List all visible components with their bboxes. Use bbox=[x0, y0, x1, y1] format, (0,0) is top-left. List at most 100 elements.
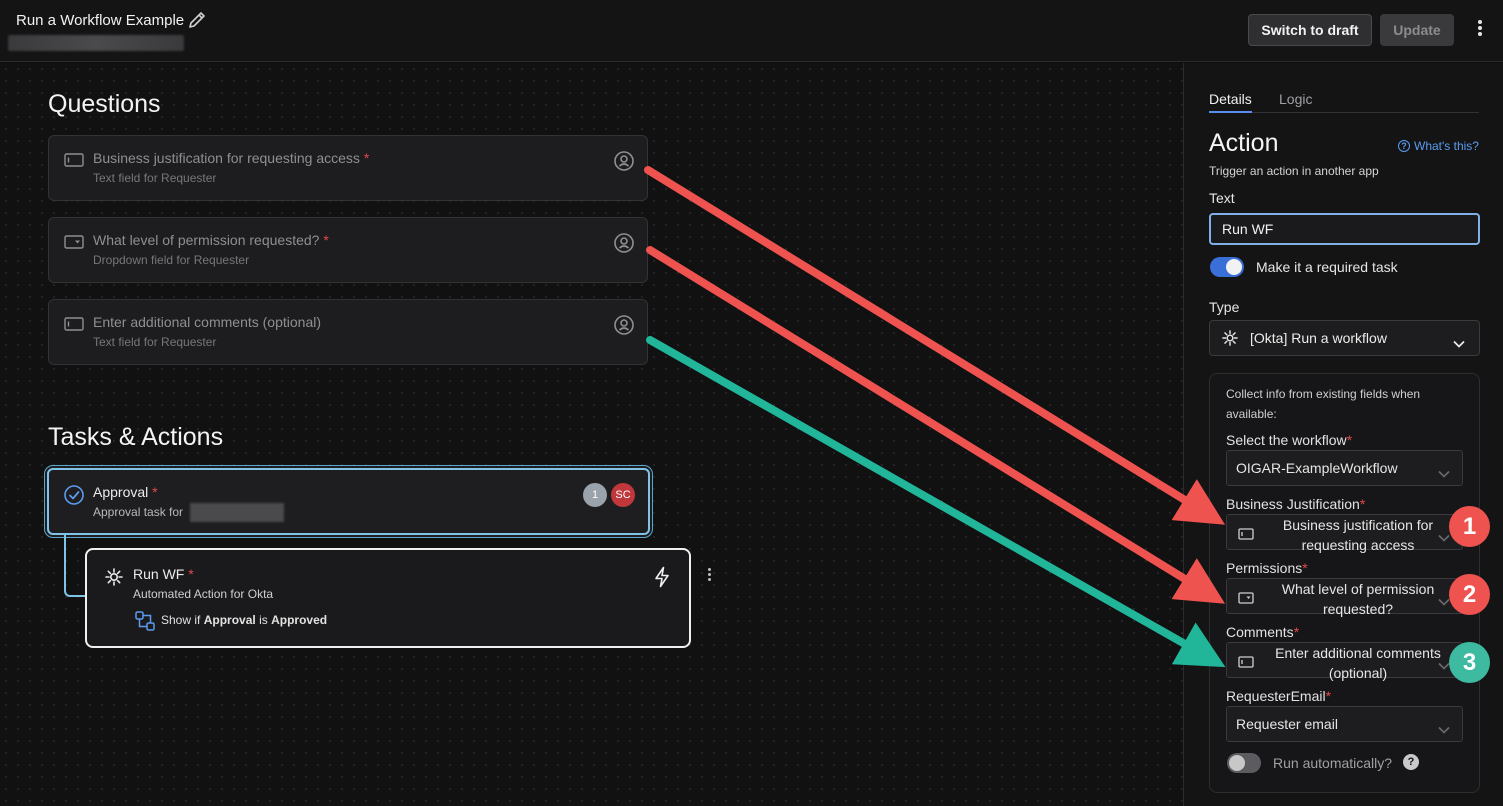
question-card[interactable]: What level of permission requested? * Dr… bbox=[48, 217, 648, 283]
permissions-select[interactable]: What level of permission requested? bbox=[1226, 578, 1463, 617]
question-card[interactable]: Enter additional comments (optional) Tex… bbox=[48, 299, 648, 365]
required-asterisk: * bbox=[1293, 624, 1300, 640]
type-select[interactable]: [Okta] Run a workflow bbox=[1209, 320, 1480, 356]
question-title: What level of permission requested? bbox=[93, 232, 320, 248]
toggle-knob bbox=[1226, 259, 1242, 275]
details-panel: Details Logic Action ? What's this? Trig… bbox=[1183, 63, 1503, 806]
check-circle-icon bbox=[63, 484, 85, 506]
run-automatically-label: Run automatically? bbox=[1273, 755, 1393, 771]
condition-summary: Show if Approval is Approved bbox=[161, 613, 327, 627]
requester-email-value: Requester email bbox=[1236, 716, 1338, 732]
comments-select[interactable]: Enter additional comments (optional) bbox=[1226, 642, 1463, 681]
requester-email-label: RequesterEmail bbox=[1226, 688, 1326, 704]
run-wf-title: Run WF bbox=[133, 566, 185, 582]
update-button[interactable]: Update bbox=[1380, 14, 1454, 46]
required-task-label: Make it a required task bbox=[1256, 259, 1398, 275]
dropdown-field-icon bbox=[64, 235, 84, 249]
annotation-badge-3: 3 bbox=[1449, 642, 1490, 683]
business-justification-select[interactable]: Business justification for requesting ac… bbox=[1226, 514, 1463, 553]
questions-heading: Questions bbox=[48, 90, 161, 118]
panel-heading: Action bbox=[1209, 129, 1279, 157]
whats-this-link[interactable]: ? What's this? bbox=[1398, 139, 1479, 153]
type-select-value: [Okta] Run a workflow bbox=[1250, 330, 1387, 346]
tasks-heading: Tasks & Actions bbox=[48, 423, 224, 451]
avatar: SC bbox=[611, 483, 635, 507]
required-asterisk: * bbox=[1359, 496, 1366, 512]
more-menu-icon[interactable] bbox=[1470, 18, 1490, 42]
business-justification-value: Business justification for requesting ac… bbox=[1282, 517, 1434, 553]
panel-description: Trigger an action in another app bbox=[1209, 164, 1379, 178]
required-asterisk: * bbox=[1346, 432, 1353, 448]
type-label: Type bbox=[1209, 299, 1240, 315]
approval-title: Approval bbox=[93, 484, 149, 500]
condition-value: Approved bbox=[271, 613, 328, 627]
chevron-down-icon bbox=[1438, 465, 1450, 478]
condition-operator: is bbox=[259, 613, 268, 627]
workflow-select[interactable]: OIGAR-ExampleWorkflow bbox=[1226, 450, 1463, 486]
page-title: Run a Workflow Example bbox=[16, 12, 185, 29]
approval-task-card[interactable]: Approval * Approval task for 1 SC bbox=[47, 468, 650, 535]
requester-person-icon bbox=[613, 314, 635, 336]
help-circle-icon: ? bbox=[1398, 140, 1410, 152]
requester-person-icon bbox=[613, 232, 635, 254]
run-wf-action-card[interactable]: Run WF * Automated Action for Okta Show … bbox=[85, 548, 691, 648]
business-justification-label: Business Justification bbox=[1226, 496, 1360, 512]
run-wf-subtitle: Automated Action for Okta bbox=[133, 587, 274, 601]
action-text-input[interactable]: Run WF bbox=[1209, 213, 1480, 245]
question-subtitle: Dropdown field for Requester bbox=[93, 253, 250, 267]
switch-to-draft-button[interactable]: Switch to draft bbox=[1248, 14, 1372, 46]
card-more-menu-icon[interactable] bbox=[704, 566, 714, 586]
text-field-label: Text bbox=[1209, 190, 1235, 206]
tab-logic[interactable]: Logic bbox=[1279, 91, 1312, 111]
top-bar: Run a Workflow Example Switch to draft U… bbox=[0, 0, 1503, 62]
dropdown-field-icon bbox=[1238, 591, 1254, 604]
comments-label: Comments bbox=[1226, 624, 1294, 640]
annotation-badge-2: 2 bbox=[1449, 574, 1490, 615]
builder-canvas: Questions Business justification for req… bbox=[0, 63, 1183, 806]
help-circle-icon[interactable]: ? bbox=[1403, 754, 1419, 770]
workflow-select-value: OIGAR-ExampleWorkflow bbox=[1236, 460, 1398, 476]
approval-subtitle: Approval task for bbox=[93, 505, 184, 519]
collect-info-section: Collect info from existing fields when a… bbox=[1209, 373, 1480, 793]
question-subtitle: Text field for Requester bbox=[93, 335, 217, 349]
required-asterisk: * bbox=[323, 232, 329, 248]
chevron-down-icon bbox=[1453, 335, 1465, 348]
collect-info-description: Collect info from existing fields when a… bbox=[1226, 387, 1421, 421]
condition-prefix: Show if bbox=[161, 613, 201, 627]
toggle-knob bbox=[1229, 755, 1245, 771]
question-title: Enter additional comments (optional) bbox=[93, 314, 322, 330]
conditional-logic-icon bbox=[135, 611, 155, 631]
permissions-value: What level of permission requested? bbox=[1281, 581, 1435, 617]
workflow-select-label: Select the workflow bbox=[1226, 432, 1347, 448]
question-card[interactable]: Business justification for requesting ac… bbox=[48, 135, 648, 201]
text-field-icon bbox=[64, 317, 84, 331]
requester-person-icon bbox=[613, 150, 635, 172]
panel-tabs: Details Logic bbox=[1209, 91, 1479, 113]
run-automatically-toggle[interactable] bbox=[1227, 753, 1261, 773]
required-asterisk: * bbox=[1325, 688, 1332, 704]
pencil-icon[interactable] bbox=[186, 9, 208, 31]
question-title: Business justification for requesting ac… bbox=[93, 150, 360, 166]
question-subtitle: Text field for Requester bbox=[93, 171, 217, 185]
lightning-bolt-icon bbox=[653, 566, 671, 588]
chevron-down-icon bbox=[1438, 721, 1450, 734]
required-asterisk: * bbox=[188, 566, 194, 582]
tab-details[interactable]: Details bbox=[1209, 91, 1252, 113]
okta-workflow-icon bbox=[1222, 330, 1238, 346]
required-asterisk: * bbox=[152, 484, 158, 500]
required-asterisk: * bbox=[1302, 560, 1308, 576]
okta-workflow-icon bbox=[105, 568, 123, 586]
redacted-subtitle bbox=[8, 35, 184, 51]
requester-email-select[interactable]: Requester email bbox=[1226, 706, 1463, 742]
redacted-assignee bbox=[190, 503, 284, 522]
annotation-badge-1: 1 bbox=[1449, 506, 1490, 547]
required-task-toggle[interactable] bbox=[1210, 257, 1244, 277]
chevron-down-icon bbox=[1438, 529, 1450, 542]
whats-this-label: What's this? bbox=[1414, 139, 1479, 153]
text-field-icon bbox=[64, 153, 84, 167]
text-field-icon bbox=[1238, 655, 1254, 668]
text-field-icon bbox=[1238, 527, 1254, 540]
condition-field: Approval bbox=[203, 613, 256, 627]
required-asterisk: * bbox=[363, 150, 370, 166]
assignee-count-badge: 1 bbox=[583, 483, 607, 507]
